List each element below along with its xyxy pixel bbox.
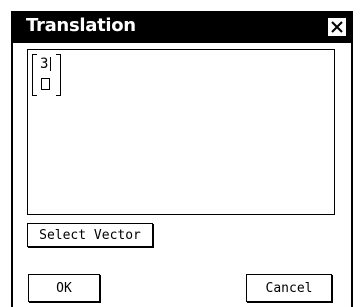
close-icon	[331, 21, 343, 33]
vector-component-x[interactable]: 3	[40, 56, 48, 72]
vector-input-area[interactable]: 3	[27, 49, 335, 215]
dialog-title: Translation	[26, 15, 136, 36]
select-vector-button[interactable]: Select Vector	[27, 223, 153, 247]
text-cursor	[50, 57, 51, 71]
close-button[interactable]	[327, 17, 347, 37]
vector-component-y-placeholder[interactable]	[41, 78, 50, 90]
title-bar: Translation	[13, 11, 351, 43]
ok-button[interactable]: OK	[28, 274, 100, 302]
matrix-right-bracket	[56, 54, 61, 96]
column-vector[interactable]: 3	[32, 54, 62, 96]
matrix-left-bracket	[32, 54, 37, 96]
cancel-button[interactable]: Cancel	[246, 274, 332, 302]
translation-dialog: Translation 3 Select Vector OK Cancel	[11, 11, 353, 307]
